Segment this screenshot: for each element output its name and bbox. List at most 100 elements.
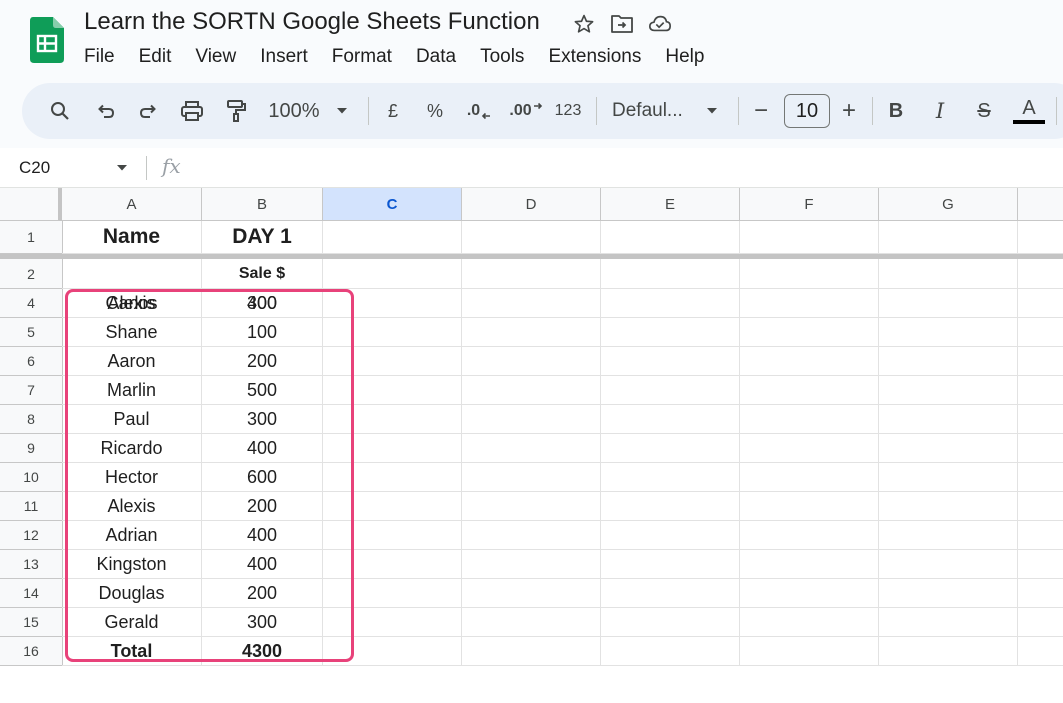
zoom-dropdown-icon[interactable] (334, 83, 350, 139)
cell-empty[interactable] (740, 492, 879, 521)
sheets-logo-icon[interactable] (30, 17, 64, 63)
cell-empty[interactable] (879, 608, 1018, 637)
cell-empty[interactable] (462, 434, 601, 463)
cell-name[interactable]: Marlin (62, 376, 202, 405)
spreadsheet-grid[interactable]: A B C D E F G 1NameDAY 12Sale $3Alexis30… (0, 188, 1063, 703)
number-format-button[interactable]: 123 (550, 83, 586, 139)
cell-name[interactable]: Hector (62, 463, 202, 492)
decrease-decimal-button[interactable]: .0 (464, 83, 494, 139)
cell-empty[interactable] (601, 289, 740, 318)
column-header-c[interactable]: C (323, 188, 462, 221)
cell-empty[interactable] (1018, 521, 1063, 550)
menu-help[interactable]: Help (653, 44, 716, 70)
cell-name[interactable]: Name (62, 221, 202, 254)
cell-empty[interactable] (462, 259, 601, 289)
menu-view[interactable]: View (183, 44, 248, 70)
font-size-input[interactable]: 10 (784, 94, 830, 128)
menu-tools[interactable]: Tools (468, 44, 536, 70)
cell-empty[interactable] (740, 521, 879, 550)
row-header[interactable]: 12 (0, 521, 63, 550)
font-dropdown-icon[interactable] (704, 83, 720, 139)
cell-empty[interactable] (1018, 405, 1063, 434)
decrease-font-size-button[interactable]: − (750, 83, 772, 139)
paint-format-icon[interactable] (220, 83, 252, 139)
row-header[interactable]: 8 (0, 405, 63, 434)
freeze-divider[interactable] (0, 254, 1063, 259)
cell-empty[interactable] (462, 221, 601, 254)
cell-empty[interactable] (601, 521, 740, 550)
cell-name[interactable]: Gerald (62, 608, 202, 637)
cell-empty[interactable] (1018, 608, 1063, 637)
menu-edit[interactable]: Edit (127, 44, 184, 70)
cell-empty[interactable] (462, 318, 601, 347)
italic-button[interactable]: I (928, 83, 952, 139)
cell-empty[interactable] (740, 259, 879, 289)
cell-empty[interactable] (462, 405, 601, 434)
cell-name[interactable] (62, 259, 202, 289)
cell-sale[interactable]: 400 (202, 521, 323, 550)
cell-name[interactable]: Douglas (62, 579, 202, 608)
menu-extensions[interactable]: Extensions (536, 44, 653, 70)
cell-empty[interactable] (879, 550, 1018, 579)
cell-empty[interactable] (740, 318, 879, 347)
cell-empty[interactable] (879, 221, 1018, 254)
cell-empty[interactable] (740, 608, 879, 637)
cell-name[interactable]: Aaron (62, 347, 202, 376)
column-header-f[interactable]: F (740, 188, 879, 221)
cell-empty[interactable] (462, 492, 601, 521)
cell-empty[interactable] (1018, 550, 1063, 579)
cell-empty[interactable] (323, 492, 462, 521)
cell-empty[interactable] (323, 521, 462, 550)
cloud-saved-icon[interactable] (648, 12, 672, 36)
cell-empty[interactable] (740, 221, 879, 254)
cell-empty[interactable] (1018, 463, 1063, 492)
increase-font-size-button[interactable]: + (838, 83, 860, 139)
zoom-select[interactable]: 100% (264, 83, 324, 139)
font-family-select[interactable]: Defaul... (612, 83, 692, 139)
cell-empty[interactable] (601, 492, 740, 521)
cell-empty[interactable] (601, 608, 740, 637)
cell-empty[interactable] (601, 550, 740, 579)
row-header[interactable]: 5 (0, 318, 63, 347)
cell-empty[interactable] (601, 259, 740, 289)
cell-empty[interactable] (740, 463, 879, 492)
cell-empty[interactable] (601, 221, 740, 254)
column-header-b[interactable]: B (202, 188, 323, 221)
cell-empty[interactable] (740, 289, 879, 318)
row-header[interactable]: 15 (0, 608, 63, 637)
name-box-dropdown-icon[interactable] (116, 164, 128, 172)
cell-empty[interactable] (740, 637, 879, 666)
cell-name[interactable]: Paul (62, 405, 202, 434)
cell-empty[interactable] (323, 579, 462, 608)
cell-empty[interactable] (1018, 347, 1063, 376)
cell-empty[interactable] (601, 463, 740, 492)
print-icon[interactable] (176, 83, 208, 139)
row-header[interactable]: 9 (0, 434, 63, 463)
cell-sale[interactable]: 400 (202, 289, 323, 318)
menu-format[interactable]: Format (320, 44, 404, 70)
search-menus-icon[interactable] (44, 83, 76, 139)
cell-empty[interactable] (462, 521, 601, 550)
cell-name[interactable]: Carlos (62, 289, 202, 318)
cell-empty[interactable] (1018, 637, 1063, 666)
menu-file[interactable]: File (72, 44, 127, 70)
cell-empty[interactable] (740, 347, 879, 376)
cell-sale[interactable]: 200 (202, 492, 323, 521)
cell-empty[interactable] (601, 405, 740, 434)
cell-empty[interactable] (879, 376, 1018, 405)
cell-sale[interactable]: 300 (202, 608, 323, 637)
column-header-d[interactable]: D (462, 188, 601, 221)
cell-empty[interactable] (740, 579, 879, 608)
cell-empty[interactable] (1018, 259, 1063, 289)
cell-empty[interactable] (1018, 376, 1063, 405)
cell-empty[interactable] (462, 289, 601, 318)
menu-data[interactable]: Data (404, 44, 468, 70)
cell-empty[interactable] (323, 259, 462, 289)
cell-empty[interactable] (462, 347, 601, 376)
cell-name[interactable]: Total (62, 637, 202, 666)
cell-empty[interactable] (323, 376, 462, 405)
select-all-corner[interactable] (0, 188, 62, 221)
cell-empty[interactable] (601, 347, 740, 376)
cell-empty[interactable] (879, 579, 1018, 608)
cell-empty[interactable] (879, 637, 1018, 666)
